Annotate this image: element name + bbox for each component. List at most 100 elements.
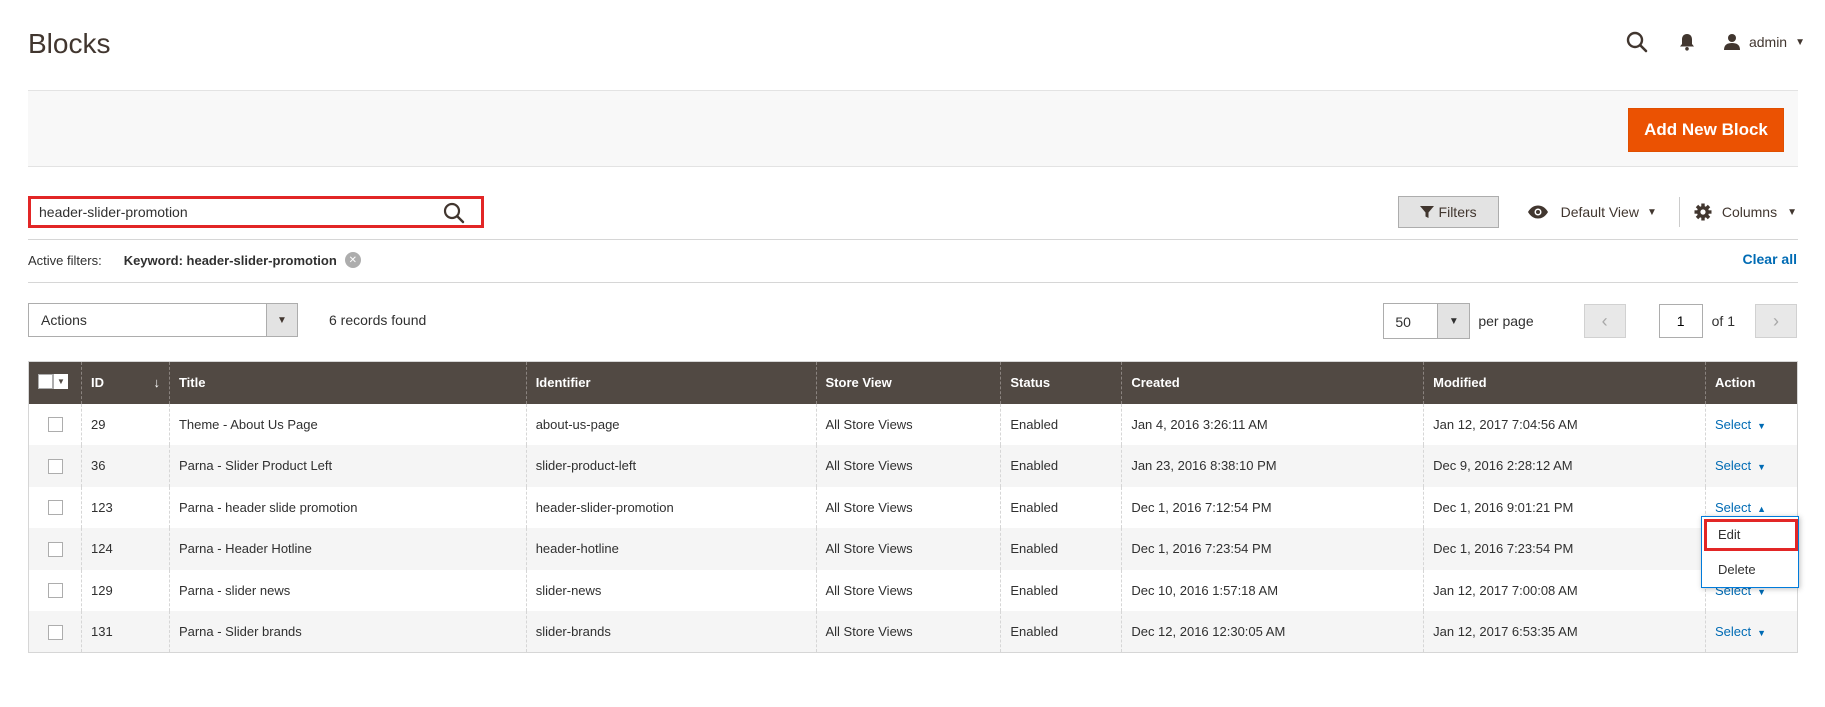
cell-identifier: slider-news: [525, 569, 816, 611]
row-action-select[interactable]: Select ▲: [1715, 500, 1766, 515]
gear-icon: [1694, 203, 1712, 221]
page-actions-bar: Add New Block: [28, 90, 1798, 167]
row-checkbox[interactable]: [48, 500, 63, 516]
row-action-label: Select: [1714, 499, 1752, 515]
filter-icon: [1419, 206, 1434, 218]
global-search-button[interactable]: [1623, 28, 1651, 56]
cell-id: 124: [80, 528, 170, 570]
cell-store-view: All Store Views: [815, 611, 1001, 653]
columns-selector[interactable]: Columns ▼: [1694, 203, 1797, 221]
cell-title: Parna - header slide promotion: [168, 486, 527, 528]
column-header-title[interactable]: Title: [168, 361, 527, 404]
column-header-created[interactable]: Created: [1121, 361, 1424, 404]
admin-user-menu[interactable]: admin ▼: [1723, 33, 1805, 51]
notifications-button[interactable]: [1673, 28, 1701, 56]
cell-modified: Dec 1, 2016 7:23:54 PM: [1423, 528, 1706, 570]
column-header-status[interactable]: Status: [1000, 361, 1122, 404]
cell-created: Dec 10, 2016 1:57:18 AM: [1121, 569, 1424, 611]
chevron-down-icon: ▼: [1757, 628, 1766, 638]
cell-modified: Dec 9, 2016 2:28:12 AM: [1423, 445, 1706, 487]
clear-filter-icon[interactable]: ✕: [344, 252, 361, 268]
column-header-label: ID: [90, 375, 104, 391]
chevron-down-icon: ▼: [1437, 304, 1470, 338]
mass-select-header: ▼: [28, 361, 82, 404]
row-checkbox[interactable]: [48, 417, 63, 433]
cell-title: Parna - Slider brands: [168, 611, 527, 653]
per-page-select[interactable]: 50 ▼: [1383, 303, 1471, 339]
chevron-up-icon: ▲: [1757, 503, 1766, 514]
row-checkbox[interactable]: [48, 583, 63, 599]
previous-page-button[interactable]: ‹: [1583, 304, 1626, 338]
cell-store-view: All Store Views: [815, 528, 1001, 570]
cell-id: 29: [80, 403, 170, 445]
pagination: 50 ▼ per page ‹ of 1 ›: [1383, 303, 1797, 339]
cell-created: Dec 1, 2016 7:23:54 PM: [1121, 528, 1424, 570]
page-number-input[interactable]: [1658, 304, 1703, 338]
cell-action: Select ▼: [1704, 403, 1798, 445]
row-select-cell: [29, 570, 82, 612]
sort-down-icon: ↓: [153, 375, 160, 391]
divider: [28, 282, 1798, 283]
active-filters-label: Active filters:: [28, 252, 102, 268]
action-menu-edit[interactable]: Edit: [1704, 519, 1798, 551]
page-title: Blocks: [28, 28, 111, 59]
row-action-select[interactable]: Select ▼: [1715, 458, 1766, 473]
grid-header-row: ▼ ID ↓ Title Identifier Store View Status…: [28, 361, 1798, 404]
cell-status: Enabled: [1000, 611, 1122, 653]
divider: [1678, 197, 1680, 227]
grid-tools: Filters Default View ▼ Columns ▼: [1397, 196, 1797, 228]
per-page-value: 50: [1395, 314, 1411, 330]
cell-created: Jan 4, 2016 3:26:11 AM: [1121, 403, 1424, 445]
search-input[interactable]: [39, 201, 419, 223]
column-header-store-view[interactable]: Store View: [815, 361, 1001, 404]
search-icon: [443, 202, 465, 224]
next-page-button[interactable]: ›: [1755, 304, 1797, 338]
add-new-block-button[interactable]: Add New Block: [1628, 108, 1784, 152]
mass-actions-select[interactable]: Actions ▼: [28, 303, 298, 337]
table-row: 36 Parna - Slider Product Left slider-pr…: [28, 445, 1798, 487]
row-select-cell: [28, 445, 82, 487]
chevron-down-icon: ▼: [266, 304, 297, 336]
row-select-cell: [29, 404, 82, 446]
row-checkbox[interactable]: [48, 541, 63, 557]
column-header-id[interactable]: ID ↓: [80, 361, 170, 404]
cell-modified: Jan 12, 2017 6:53:35 AM: [1423, 611, 1706, 653]
action-menu-delete[interactable]: Delete: [1704, 555, 1798, 585]
column-header-identifier[interactable]: Identifier: [525, 361, 816, 404]
row-action-select[interactable]: Select ▼: [1715, 624, 1766, 639]
active-filters: Active filters: Keyword: header-slider-p…: [28, 252, 361, 268]
keyword-search: [28, 196, 484, 228]
eye-icon: [1527, 205, 1548, 219]
chevron-right-icon: ›: [1773, 310, 1779, 331]
cell-created: Jan 23, 2016 8:38:10 PM: [1121, 445, 1424, 487]
column-header-modified[interactable]: Modified: [1423, 361, 1706, 404]
chevron-down-icon: ▼: [1757, 420, 1766, 431]
row-action-select[interactable]: Select ▼: [1715, 417, 1766, 432]
filters-button[interactable]: Filters: [1397, 196, 1499, 228]
row-checkbox[interactable]: [48, 458, 63, 474]
chevron-down-icon: ▼: [53, 373, 68, 389]
user-icon: [1723, 34, 1740, 50]
cell-identifier: slider-brands: [525, 611, 816, 653]
column-header-action: Action: [1704, 361, 1798, 404]
bell-icon: [1679, 34, 1694, 51]
row-action-label: Select: [1714, 458, 1752, 474]
clear-all-filters-link[interactable]: Clear all: [1743, 251, 1797, 267]
search-icon: [1626, 31, 1648, 53]
cell-title: Parna - slider news: [168, 569, 527, 611]
cell-action: Select ▼: [1704, 611, 1798, 653]
cell-modified: Jan 12, 2017 7:00:08 AM: [1423, 569, 1706, 611]
search-submit-button[interactable]: [443, 202, 465, 224]
per-page-label: per page: [1478, 313, 1534, 329]
row-action-label: Select: [1714, 624, 1752, 639]
cell-modified: Dec 1, 2016 9:01:21 PM: [1423, 486, 1706, 528]
cell-store-view: All Store Views: [815, 486, 1001, 528]
view-selector[interactable]: Default View ▼: [1527, 204, 1657, 220]
row-action-menu: Edit Delete: [1701, 516, 1799, 588]
cell-store-view: All Store Views: [815, 445, 1001, 487]
cell-id: 36: [80, 445, 170, 487]
mass-select-checkbox[interactable]: ▼: [38, 373, 68, 389]
row-checkbox[interactable]: [48, 624, 63, 640]
active-filter-keyword: Keyword: header-slider-promotion: [123, 252, 337, 268]
row-select-cell: [29, 487, 82, 529]
